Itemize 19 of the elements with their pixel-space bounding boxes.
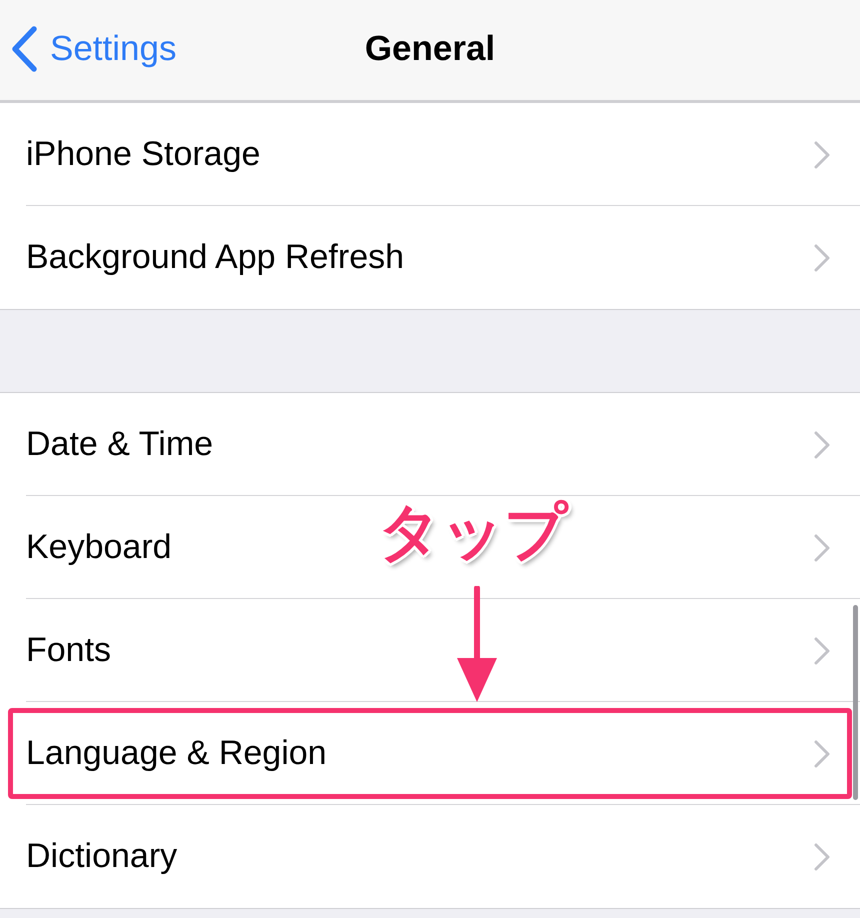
settings-item-label[interactable]: Language & Region [26, 734, 327, 773]
chevron-icon [814, 740, 830, 768]
down-arrow-icon [455, 586, 499, 704]
chevron-icon [814, 244, 830, 272]
back-button[interactable]: Settings [10, 26, 176, 72]
settings-item-label[interactable]: Fonts [26, 631, 112, 670]
chevron-icon [814, 636, 830, 664]
settings-item-label[interactable]: Keyboard [26, 528, 172, 567]
settings-item-label[interactable]: iPhone Storage [26, 135, 260, 174]
settings-item-label[interactable]: Background App Refresh [26, 238, 404, 277]
settings-item-label[interactable]: Date & Time [26, 425, 214, 464]
chevron-icon [814, 842, 830, 870]
chevron-icon [814, 430, 830, 458]
back-chevron-icon [10, 26, 38, 72]
chevron-icon [814, 534, 830, 562]
settings-item-label[interactable]: Dictionary [26, 837, 178, 876]
annotation-text: タップ [378, 494, 567, 570]
screen-title: General [364, 29, 496, 69]
chevron-icon [814, 140, 830, 168]
